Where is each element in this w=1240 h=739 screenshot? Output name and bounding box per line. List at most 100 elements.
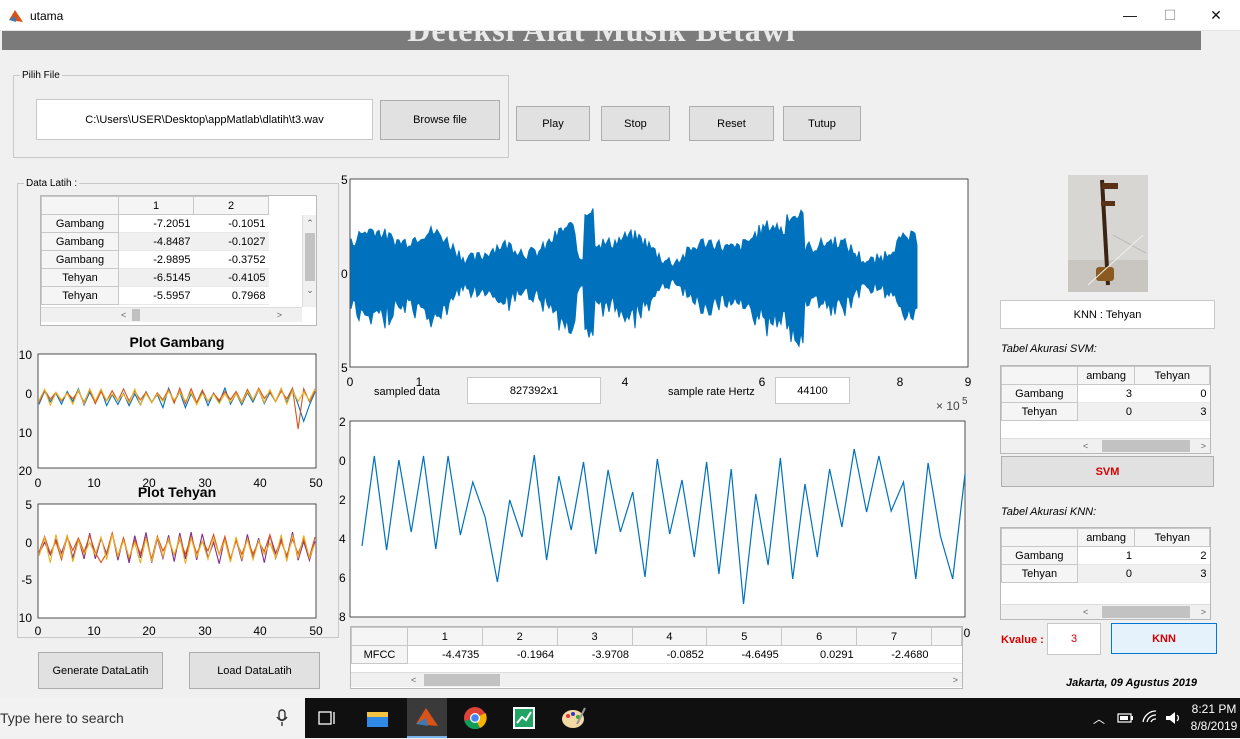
file-panel-legend: Pilih File	[20, 70, 62, 81]
table-cell[interactable]: -2.9895	[118, 250, 194, 269]
battery-icon[interactable]	[1117, 710, 1135, 726]
table-cell[interactable]: 3	[1134, 402, 1210, 421]
load-datalatih-button[interactable]: Load DataLatih	[189, 652, 320, 689]
table-cell[interactable]: -0.1027	[193, 232, 269, 251]
table-cell[interactable]: -0.0852	[632, 645, 707, 664]
table-cell[interactable]: -4.6495	[706, 645, 782, 664]
ytick-label: 5	[341, 173, 348, 187]
mfcc-table[interactable]: 1 2 3 4 5 6 7 MFCC -4.4735 -0.1964 -3.97…	[350, 626, 963, 689]
table-cell[interactable]: -4.8487	[118, 232, 194, 251]
column-header: 3	[556, 627, 633, 646]
file-explorer-icon[interactable]	[363, 704, 391, 732]
play-button[interactable]: Play	[516, 106, 590, 141]
ytick-label: 0	[341, 267, 348, 281]
xtick-label: 20	[142, 624, 156, 638]
axis-exponent-power: 5	[962, 396, 968, 407]
banner-title: Deteksi Alat Musik Betawi	[2, 31, 1201, 49]
reset-button[interactable]: Reset	[689, 106, 774, 141]
task-view-icon[interactable]	[318, 709, 336, 727]
column-header: 4	[631, 627, 708, 646]
table-row[interactable]: Tehyan 0 3	[1001, 402, 1210, 421]
table-cell[interactable]: 0	[1077, 402, 1135, 421]
taskbar-date[interactable]: 8/8/2019	[1189, 719, 1239, 733]
tutup-button[interactable]: Tutup	[783, 106, 861, 141]
horizontal-scrollbar[interactable]: < >	[41, 307, 302, 322]
table-row[interactable]: Gambang -7.2051 -0.1051	[41, 214, 269, 233]
table-row[interactable]: Gambang -4.8487 -0.1027	[41, 232, 269, 251]
table-row[interactable]: Gambang 3 0	[1001, 384, 1210, 403]
svm-accuracy-table[interactable]: ambang Tehyan Gambang 3 0 Tehyan 0 3 < >	[1000, 365, 1211, 454]
kvalue-input[interactable]: 3	[1047, 623, 1101, 655]
ytick-label: 5	[25, 498, 32, 512]
table-cell[interactable]: 0.0291	[781, 645, 857, 664]
table-cell[interactable]: 3	[1134, 564, 1210, 583]
maximize-button[interactable]: ☐	[1160, 5, 1180, 25]
matlab-taskbar-icon[interactable]	[407, 698, 447, 738]
table-row[interactable]: Tehyan -5.5957 0.7968	[41, 286, 269, 305]
table-cell[interactable]: 2	[1134, 546, 1210, 565]
table-cell[interactable]: -7.2051	[118, 214, 194, 233]
xtick-label: 10	[87, 624, 101, 638]
banner: Deteksi Alat Musik Betawi	[2, 31, 1201, 50]
table-cell[interactable]: -0.1964	[482, 645, 558, 664]
horizontal-scrollbar[interactable]: < >	[351, 672, 962, 687]
table-row[interactable]: Tehyan 0 3	[1001, 564, 1210, 583]
column-header: ambang	[1076, 528, 1136, 547]
paint-icon[interactable]	[559, 704, 587, 732]
column-header: 1	[406, 627, 483, 646]
table-cell[interactable]: -2.4680	[856, 645, 932, 664]
table-row[interactable]: Gambang 1 2	[1001, 546, 1210, 565]
ytick-label: -5	[21, 573, 32, 587]
table-cell[interactable]: -0.1051	[193, 214, 269, 233]
ytick-label: 10	[19, 611, 33, 625]
knn-accuracy-table[interactable]: ambang Tehyan Gambang 1 2 Tehyan 0 3 < >	[1000, 527, 1211, 620]
knn-button[interactable]: KNN	[1111, 623, 1217, 654]
table-row[interactable]: MFCC -4.4735 -0.1964 -3.9708 -0.0852 -4.…	[351, 645, 962, 664]
volume-icon[interactable]	[1165, 710, 1183, 726]
ytick-label: 10	[19, 426, 33, 440]
minimize-button[interactable]: —	[1120, 5, 1140, 25]
ytick-label: 8	[339, 610, 346, 624]
xtick-label: 40	[253, 624, 267, 638]
kvalue-label: Kvalue :	[1001, 634, 1044, 646]
table-cell[interactable]: -5.5957	[118, 286, 194, 305]
table-cell[interactable]: 3	[1077, 384, 1135, 403]
table-cell[interactable]: 0.7968	[193, 286, 269, 305]
vertical-scrollbar[interactable]: ⌃ ⌄	[302, 215, 316, 307]
table-cell[interactable]: -0.4105	[193, 268, 269, 287]
stop-button[interactable]: Stop	[601, 106, 670, 141]
horizontal-scrollbar[interactable]: < >	[1001, 604, 1210, 619]
generate-datalatih-button[interactable]: Generate DataLatih	[38, 652, 163, 689]
chart-app-icon[interactable]	[510, 704, 538, 732]
sampled-data-label: sampled data	[374, 386, 441, 398]
xtick-label: 0	[35, 624, 42, 638]
table-cell[interactable]: 0	[1134, 384, 1210, 403]
close-button[interactable]: ✕	[1206, 5, 1226, 25]
row-label: Gambang	[41, 250, 119, 269]
table-cell[interactable]: -6.5145	[118, 268, 194, 287]
table-cell[interactable]: 0	[1077, 564, 1135, 583]
taskbar-time[interactable]: 8:21 PM	[1189, 702, 1239, 716]
table-cell[interactable]: -3.9708	[557, 645, 633, 664]
taskbar-search[interactable]: Type here to search	[0, 698, 305, 738]
table-cell[interactable]: 1	[1077, 546, 1135, 565]
data-latih-table[interactable]: 12 Gambang -7.2051 -0.1051 Gambang -4.8487-…	[40, 195, 317, 326]
row-label: Tehyan	[41, 286, 119, 305]
matlab-icon	[9, 10, 23, 22]
browse-file-button[interactable]: Browse file	[380, 100, 500, 140]
svm-button[interactable]: SVM	[1001, 456, 1214, 487]
horizontal-scrollbar[interactable]: < >	[1001, 438, 1210, 453]
microphone-icon[interactable]	[275, 709, 289, 727]
chrome-icon[interactable]	[461, 704, 489, 732]
waveform-plot: 5 0 5 0 1 4 6 8 9 × 10 5	[341, 173, 972, 412]
chevron-up-icon[interactable]: ︿	[1093, 710, 1105, 727]
wifi-icon[interactable]	[1141, 709, 1159, 725]
table-cell[interactable]: -4.4735	[407, 645, 483, 664]
column-header: 7	[856, 627, 933, 646]
file-path-field[interactable]: C:\Users\USER\Desktop\appMatlab\dlatih\t…	[36, 99, 373, 140]
row-label: Tehyan	[1001, 564, 1078, 583]
table-cell[interactable]: -0.3752	[193, 250, 269, 269]
row-label: MFCC	[351, 645, 408, 664]
table-row[interactable]: Gambang -2.9895 -0.3752	[41, 250, 269, 269]
table-row[interactable]: Tehyan -6.5145 -0.4105	[41, 268, 269, 287]
